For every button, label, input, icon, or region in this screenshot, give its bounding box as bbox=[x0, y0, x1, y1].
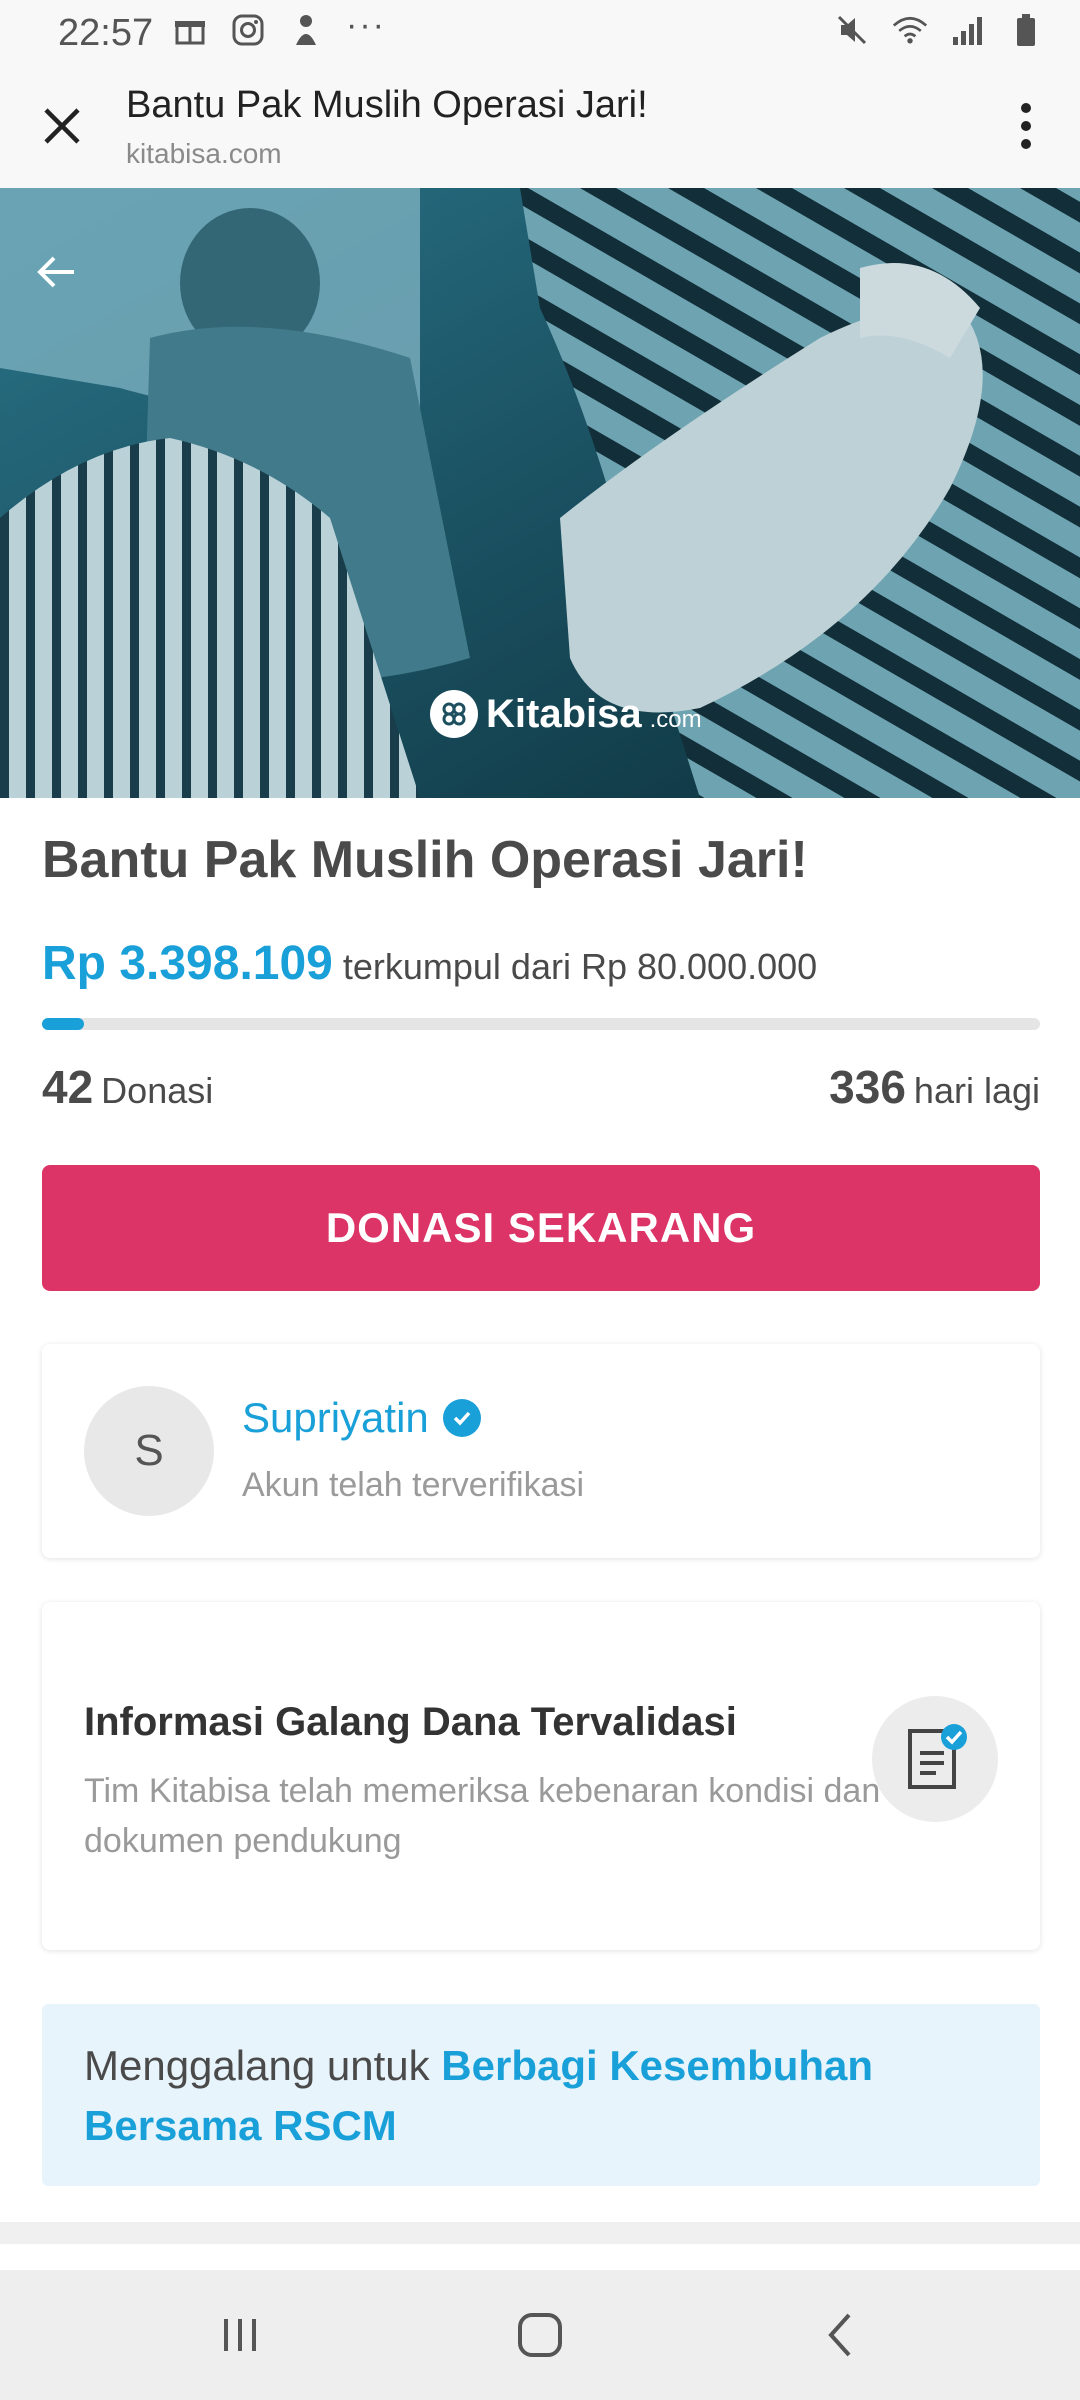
gift-icon bbox=[172, 12, 208, 48]
campaign-image: Kitabisa .com bbox=[0, 188, 1080, 798]
donations-stat: 42 Donasi bbox=[42, 1060, 213, 1114]
system-icons bbox=[834, 12, 1044, 48]
logo-suffix: .com bbox=[649, 706, 702, 733]
days-left-stat: 336 hari lagi bbox=[829, 1060, 1040, 1114]
cause-box: Menggalang untuk Berbagi Kesembuhan Bers… bbox=[42, 2004, 1040, 2186]
page-domain: kitabisa.com bbox=[126, 138, 282, 169]
back-icon[interactable] bbox=[800, 2300, 880, 2370]
home-icon[interactable] bbox=[500, 2300, 580, 2370]
validated-info-card[interactable]: Informasi Galang Dana Tervalidasi Tim Ki… bbox=[42, 1602, 1040, 1950]
signal-icon bbox=[950, 12, 986, 48]
kitabisa-watermark: Kitabisa .com bbox=[430, 690, 702, 738]
verified-check-icon bbox=[442, 1399, 481, 1437]
fundraiser-card[interactable]: S Supriyatin Akun telah terverifikasi bbox=[42, 1344, 1040, 1558]
donations-label: Donasi bbox=[101, 1070, 214, 1111]
notification-icons: ··· bbox=[172, 6, 386, 48]
validated-description: Tim Kitabisa telah memeriksa kebenaran k… bbox=[84, 1772, 881, 1860]
cause-prefix: Menggalang untuk bbox=[84, 2042, 442, 2089]
system-nav-bar bbox=[0, 2270, 1080, 2400]
status-bar: 22:57 ··· bbox=[0, 0, 1080, 64]
mute-icon bbox=[834, 12, 870, 48]
battery-icon bbox=[1008, 12, 1044, 48]
close-icon[interactable] bbox=[30, 94, 94, 158]
funding-progress-bar bbox=[42, 1018, 1040, 1030]
more-notifications-icon: ··· bbox=[346, 5, 386, 44]
verified-document-icon bbox=[872, 1696, 998, 1822]
validated-title: Informasi Galang Dana Tervalidasi bbox=[84, 1700, 737, 1744]
section-divider bbox=[0, 2222, 1080, 2244]
fundraiser-name[interactable]: Supriyatin bbox=[242, 1394, 429, 1442]
page-title: Bantu Pak Muslih Operasi Jari! bbox=[126, 84, 648, 126]
back-arrow-icon[interactable] bbox=[24, 240, 88, 304]
days-left-count: 336 bbox=[829, 1061, 906, 1113]
kitabisa-logo-icon bbox=[430, 690, 478, 738]
raised-target-text: terkumpul dari Rp 80.000.000 bbox=[342, 946, 818, 987]
status-time: 22:57 bbox=[58, 12, 154, 54]
donations-count: 42 bbox=[42, 1061, 94, 1113]
cause-text: Menggalang untuk Berbagi Kesembuhan Bers… bbox=[84, 2036, 984, 2156]
browser-toolbar: Bantu Pak Muslih Operasi Jari! kitabisa.… bbox=[0, 64, 1080, 189]
campaign-title: Bantu Pak Muslih Operasi Jari! bbox=[42, 831, 808, 889]
fundraiser-status: Akun telah terverifikasi bbox=[242, 1466, 585, 1504]
instagram-icon bbox=[230, 12, 266, 48]
funding-progress-fill bbox=[42, 1018, 84, 1030]
logo-text: Kitabisa bbox=[486, 691, 642, 736]
wifi-icon bbox=[892, 12, 928, 48]
raised-summary: Rp 3.398.109 terkumpul dari Rp 80.000.000 bbox=[42, 936, 817, 991]
fundraiser-name-row[interactable]: Supriyatin bbox=[242, 1394, 481, 1442]
app-icon bbox=[288, 12, 324, 48]
donate-now-button[interactable]: DONASI SEKARANG bbox=[42, 1165, 1040, 1291]
days-left-label: hari lagi bbox=[913, 1070, 1040, 1111]
raised-amount: Rp 3.398.109 bbox=[42, 937, 333, 990]
avatar: S bbox=[84, 1386, 214, 1516]
recent-apps-icon[interactable] bbox=[200, 2300, 280, 2370]
more-options-icon[interactable] bbox=[994, 94, 1058, 158]
